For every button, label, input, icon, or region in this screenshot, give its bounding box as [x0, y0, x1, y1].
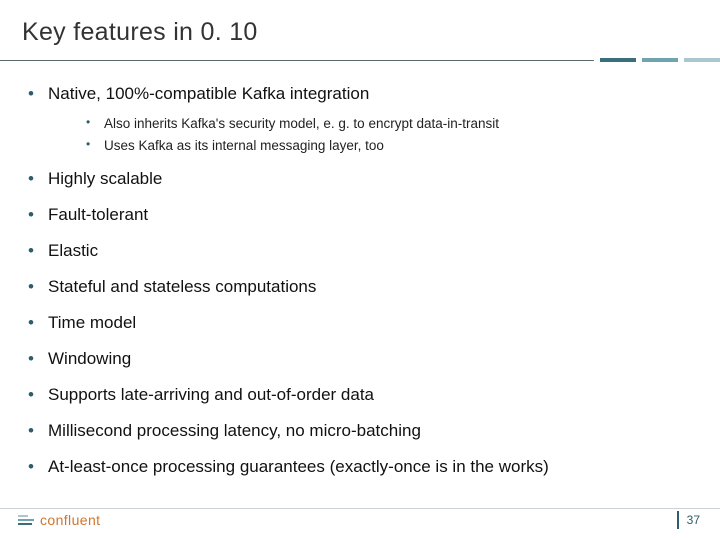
footer: confluent 37 — [0, 500, 720, 540]
bullet-text: Native, 100%-compatible Kafka integratio… — [48, 84, 369, 103]
list-item: Elastic — [20, 240, 694, 263]
list-item: Time model — [20, 312, 694, 335]
list-item: Native, 100%-compatible Kafka integratio… — [20, 83, 694, 155]
list-item: Supports late-arriving and out-of-order … — [20, 384, 694, 407]
brand-logo: confluent — [18, 512, 100, 528]
list-item: Stateful and stateless computations — [20, 276, 694, 299]
title-area: Key features in 0. 10 — [0, 0, 720, 53]
accent-bar-mid — [642, 58, 678, 62]
sub-list-item: Uses Kafka as its internal messaging lay… — [82, 136, 694, 156]
bullet-text: Elastic — [48, 241, 98, 260]
page-number: 37 — [687, 513, 700, 527]
bullet-text: Time model — [48, 313, 136, 332]
bullet-text: Millisecond processing latency, no micro… — [48, 421, 421, 440]
sub-list: Also inherits Kafka's security model, e.… — [82, 114, 694, 155]
bullet-text: At-least-once processing guarantees (exa… — [48, 457, 549, 476]
sub-list-item: Also inherits Kafka's security model, e.… — [82, 114, 694, 134]
accent-bar-light — [684, 58, 720, 62]
page-bar-icon — [677, 511, 679, 529]
bullet-text: Fault-tolerant — [48, 205, 148, 224]
content-area: Native, 100%-compatible Kafka integratio… — [0, 63, 720, 479]
bullet-text: Windowing — [48, 349, 131, 368]
logo-mark-icon — [18, 515, 34, 525]
brand-name: confluent — [40, 512, 100, 528]
bullet-list: Native, 100%-compatible Kafka integratio… — [20, 83, 694, 479]
accent-bar-dark — [600, 58, 636, 62]
bullet-text: Stateful and stateless computations — [48, 277, 316, 296]
divider-line — [0, 60, 594, 61]
slide: Key features in 0. 10 Native, 100%-compa… — [0, 0, 720, 540]
list-item: Fault-tolerant — [20, 204, 694, 227]
list-item: Millisecond processing latency, no micro… — [20, 420, 694, 443]
bullet-text: Supports late-arriving and out-of-order … — [48, 385, 374, 404]
slide-title: Key features in 0. 10 — [22, 18, 720, 47]
page-number-wrap: 37 — [677, 511, 700, 529]
list-item: Windowing — [20, 348, 694, 371]
list-item: Highly scalable — [20, 168, 694, 191]
sub-bullet-text: Also inherits Kafka's security model, e.… — [104, 116, 499, 131]
bullet-text: Highly scalable — [48, 169, 162, 188]
list-item: At-least-once processing guarantees (exa… — [20, 456, 694, 479]
sub-bullet-text: Uses Kafka as its internal messaging lay… — [104, 138, 384, 153]
